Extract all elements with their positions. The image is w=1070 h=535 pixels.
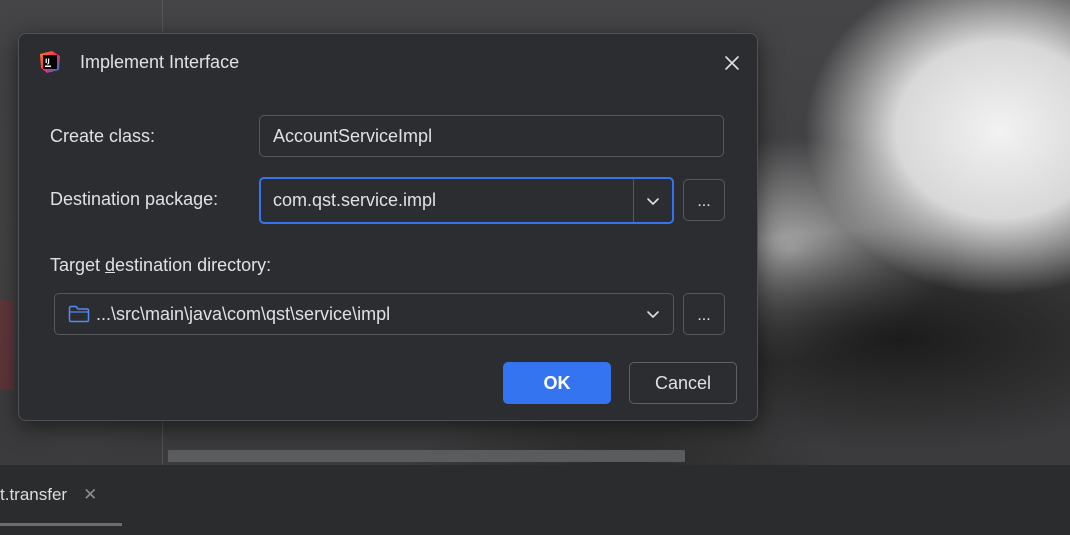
active-tab-underline [0,523,122,526]
destination-package-value: com.qst.service.impl [273,190,437,210]
target-directory-value: ...\src\main\java\com\qst\service\impl [96,303,391,324]
editor-tab[interactable]: t.transfer ✕ [0,465,122,525]
create-class-input[interactable]: AccountServiceImpl [259,115,724,157]
close-icon[interactable] [718,49,746,77]
editor-tab-label: t.transfer [0,485,68,504]
background-marker [0,300,14,390]
destination-package-combo[interactable]: com.qst.service.impl [259,177,674,224]
intellij-idea-icon: IJ [38,50,62,74]
folder-icon [68,305,90,323]
target-directory-label: Target destination directory: [50,255,271,276]
svg-text:IJ: IJ [45,57,50,65]
create-class-label: Create class: [50,126,156,146]
browse-directory-label: ... [697,307,711,324]
chevron-down-icon[interactable] [634,179,672,222]
implement-interface-dialog: IJ Implement Interface Create class: Acc… [18,33,758,421]
browse-directory-button[interactable]: ... [683,293,725,335]
create-class-value: AccountServiceImpl [273,125,433,146]
dialog-title: Implement Interface [80,52,240,72]
tab-close-icon[interactable]: ✕ [83,485,97,505]
target-label-suffix: estination directory: [115,255,272,275]
target-label-prefix: Target [50,255,106,275]
cancel-button[interactable]: Cancel [629,362,737,404]
destination-package-label: Destination package: [50,189,219,209]
horizontal-scrollbar[interactable] [168,450,685,462]
browse-package-label: ... [697,193,711,210]
ok-button[interactable]: OK [503,362,611,404]
chevron-down-icon[interactable] [637,294,669,334]
target-label-mnemonic: d [105,255,116,275]
target-directory-combo[interactable]: ...\src\main\java\com\qst\service\impl [54,293,674,335]
browse-package-button[interactable]: ... [683,179,725,221]
editor-tab-bar: t.transfer ✕ [0,465,1070,535]
